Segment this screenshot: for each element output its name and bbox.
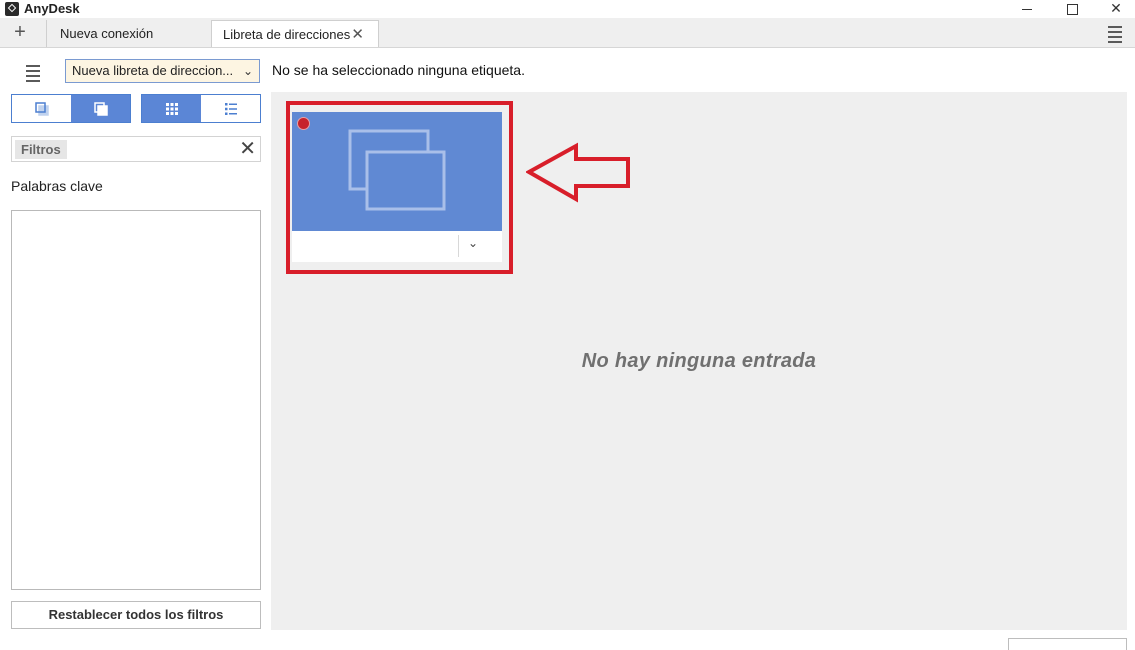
- sidebar-menu-icon[interactable]: [26, 65, 40, 85]
- grid-view-icon: [165, 102, 178, 115]
- maximize-button[interactable]: [1050, 0, 1094, 18]
- anydesk-logo-icon: [5, 2, 19, 16]
- tab-bar: + Nueva conexión Libreta de direcciones …: [0, 18, 1135, 48]
- annotation-highlight-box: [286, 101, 513, 274]
- chevron-down-icon: ⌄: [242, 64, 253, 78]
- address-book-value: Nueva libreta de direccion...: [72, 63, 234, 78]
- new-tab-button[interactable]: +: [8, 22, 32, 44]
- address-book-select[interactable]: Nueva libreta de direccion... ⌄: [65, 59, 260, 83]
- grid-view-button[interactable]: [142, 95, 201, 122]
- filter-field[interactable]: Filtros ✕: [11, 136, 261, 162]
- bottom-right-button[interactable]: [1008, 638, 1127, 650]
- minimize-icon: [1022, 8, 1032, 10]
- window-mode-toggle: [11, 94, 131, 123]
- list-view-icon: [224, 102, 237, 115]
- maximize-icon: [1066, 3, 1078, 15]
- outline-arrow-left-icon: [526, 142, 630, 203]
- tab-label: Nueva conexión: [60, 26, 154, 41]
- single-window-button[interactable]: [12, 95, 71, 122]
- tab-label: Libreta de direcciones: [223, 27, 351, 42]
- keywords-label: Palabras clave: [11, 178, 103, 194]
- main-menu-icon[interactable]: [1108, 26, 1122, 46]
- close-icon: ✕: [1110, 0, 1122, 16]
- close-window-button[interactable]: ✕: [1094, 0, 1135, 18]
- title-bar: AnyDesk ✕: [0, 0, 1135, 18]
- clear-filter-icon[interactable]: ✕: [239, 138, 256, 160]
- close-tab-icon[interactable]: ✕: [351, 21, 364, 49]
- tab-new-connection[interactable]: Nueva conexión: [46, 20, 210, 47]
- list-view-button[interactable]: [201, 95, 260, 122]
- keywords-list[interactable]: [11, 210, 261, 590]
- tab-address-book[interactable]: Libreta de direcciones ✕: [211, 20, 379, 47]
- multi-window-icon: [93, 101, 108, 116]
- filter-chip: Filtros: [15, 140, 67, 159]
- minimize-button[interactable]: [1005, 0, 1049, 18]
- view-mode-toggle: [141, 94, 261, 123]
- multi-window-button[interactable]: [71, 95, 130, 122]
- reset-filters-button[interactable]: Restablecer todos los filtros: [11, 601, 261, 629]
- empty-message: No hay ninguna entrada: [581, 350, 817, 372]
- tag-status-text: No se ha seleccionado ninguna etiqueta.: [272, 62, 525, 78]
- single-window-icon: [34, 101, 49, 116]
- app-title: AnyDesk: [24, 1, 80, 16]
